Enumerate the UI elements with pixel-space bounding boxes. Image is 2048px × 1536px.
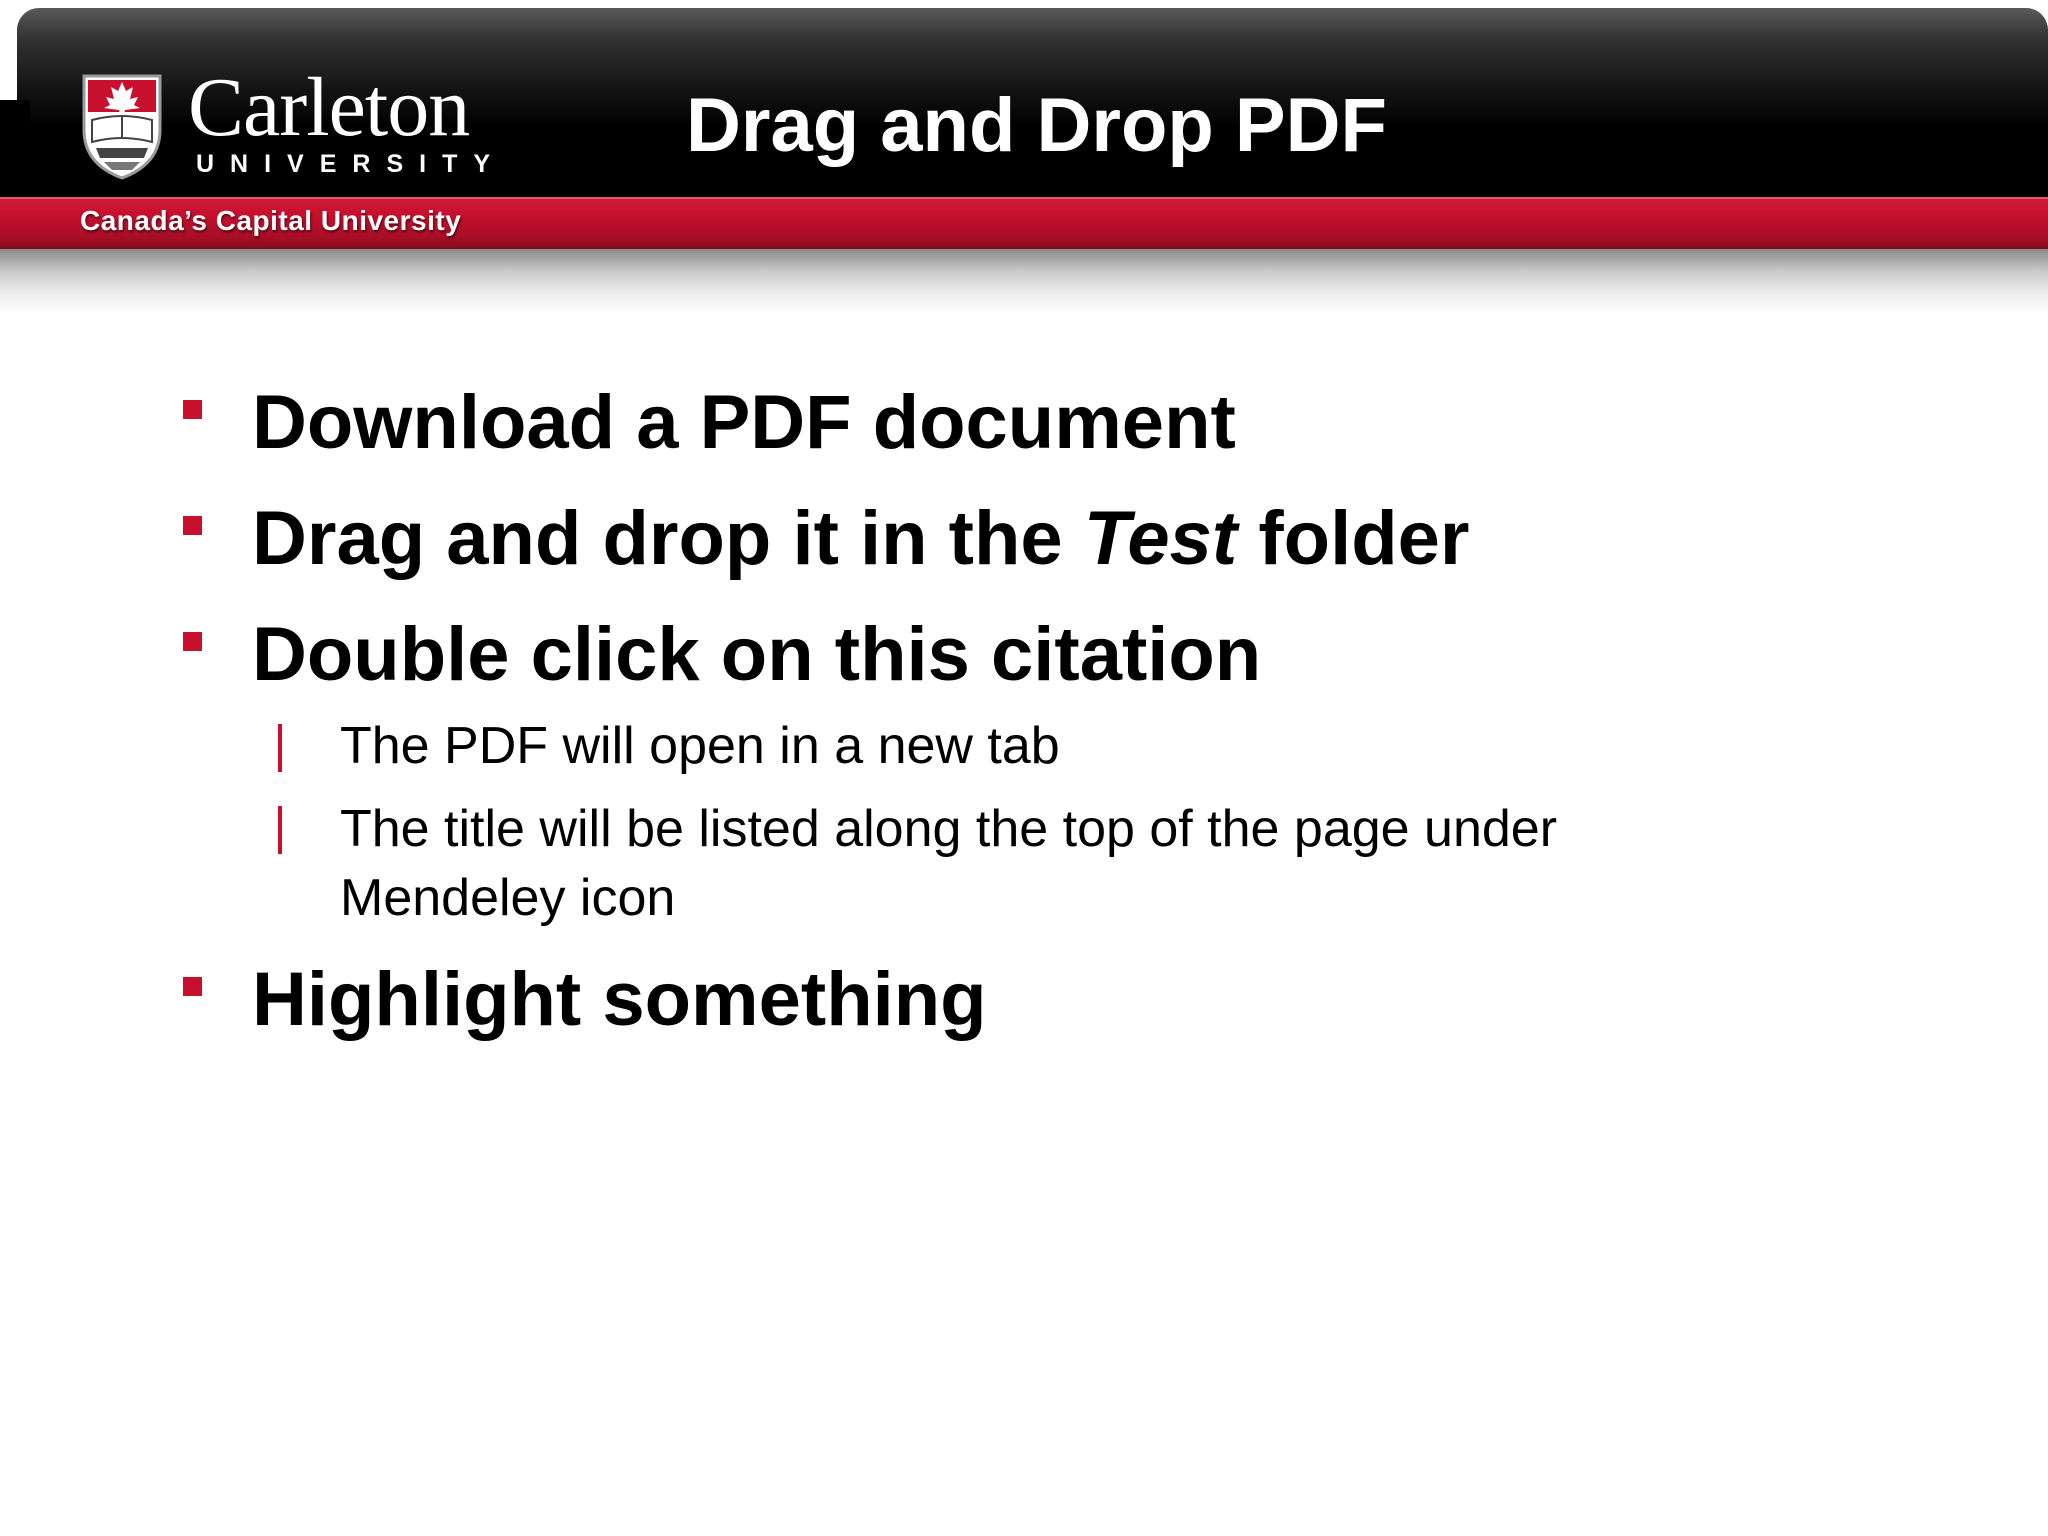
bullet-text: Drag and drop it in the xyxy=(252,496,1084,581)
sub-bullet-item: The title will be listed along the top o… xyxy=(340,795,1557,933)
sub-bullet-bar-icon xyxy=(278,724,282,772)
logo-wordmark: Carleton xyxy=(188,61,470,154)
bullet-square-icon xyxy=(183,977,202,996)
bullet-item: Double click on this citation xyxy=(252,612,1262,697)
bullet-square-icon xyxy=(183,632,202,651)
bullet-item: Download a PDF document xyxy=(252,380,1236,465)
maple-leaf-crest-icon xyxy=(82,74,162,180)
bullet-square-icon xyxy=(183,400,202,419)
bullet-item: Drag and drop it in the Test folder xyxy=(252,501,1469,577)
slide-title: Drag and Drop PDF xyxy=(686,83,1387,168)
logo-subword: UNIVERSITY xyxy=(196,150,507,178)
bullet-italic-text: Test xyxy=(1083,496,1238,581)
header-band-edge xyxy=(0,100,30,198)
slide: Carleton UNIVERSITY Canada’s Capital Uni… xyxy=(0,0,2048,1536)
sub-bullet-line: The title will be listed along the top o… xyxy=(340,800,1558,858)
sub-bullet-line: Mendeley icon xyxy=(340,869,676,927)
header-shadow xyxy=(0,249,2048,313)
sub-bullet-item: The PDF will open in a new tab xyxy=(340,717,1060,775)
sub-bullet-bar-icon xyxy=(278,806,282,854)
bullet-square-icon xyxy=(183,516,202,535)
tagline: Canada’s Capital University xyxy=(80,205,462,236)
carleton-logo: Carleton UNIVERSITY xyxy=(78,66,498,184)
bullet-text: folder xyxy=(1237,496,1470,581)
bullet-item: Highlight something xyxy=(252,957,987,1042)
